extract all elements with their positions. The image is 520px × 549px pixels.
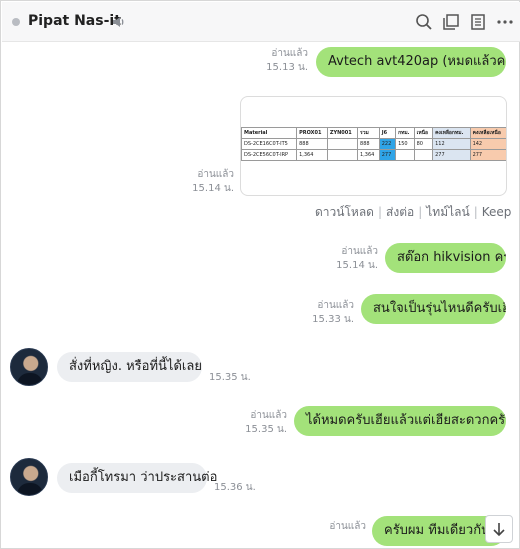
outgoing-message[interactable]: ได้หมดครับเฮียแล้วแต่เฮียสะดวกครับผม [294, 406, 506, 436]
sheet-cell [395, 149, 415, 161]
sheet-cell: 142 [469, 138, 506, 150]
image-message[interactable]: Material PROX01 ZYN001 รวม J6 กทม. เหนือ… [240, 96, 507, 196]
chat-window: Pipat Nas-it อ่านแล้ว 15.13 น. Avtech av… [0, 0, 520, 549]
keep-link[interactable]: Keep [482, 205, 512, 219]
sheet-cell: 222 [378, 138, 397, 150]
sheet-cell: 1,364 [296, 149, 328, 161]
sheet-cell: 277 [469, 149, 506, 161]
image-actions: ดาวน์โหลด | ส่งต่อ | ไทม์ไลน์ | Keep [315, 205, 512, 219]
sheet-row: DS-2CE56C0T-IRP 1,364 1,364 277 277 277 [241, 149, 506, 161]
back-dot-icon[interactable] [12, 18, 20, 26]
sheet-cell [413, 149, 434, 161]
message-meta: อ่านแล้ว [329, 521, 366, 532]
timeline-link[interactable]: ไทม์ไลน์ [426, 205, 469, 219]
incoming-message[interactable]: เมือกี้โทรมา ว่าประสานต่อ [57, 463, 217, 493]
scroll-to-bottom-button[interactable] [485, 515, 513, 543]
sheet-cell: DS-2CE56C0T-IRP [241, 149, 298, 161]
sheet-cell: 80 [413, 138, 434, 150]
outgoing-message[interactable]: สนใจเป็นรุ่นไหนดีครับเฮีย [361, 294, 506, 324]
sheet-header-row: Material PROX01 ZYN001 รวม J6 กทม. เหนือ… [241, 127, 506, 139]
sheet-cell: 888 [296, 138, 328, 150]
sheet-header: J6 [378, 127, 397, 139]
message-meta: อ่านแล้ว 15.35 น. [245, 410, 287, 435]
sheet-header: รวม [357, 127, 380, 139]
sheet-cell: DS-2CE16C0T-IT5 [241, 138, 298, 150]
avatar[interactable] [10, 458, 48, 496]
message-list[interactable]: อ่านแล้ว 15.13 น. Avtech avt420ap (หมดแล… [2, 43, 520, 549]
forward-link[interactable]: ส่งต่อ [386, 205, 414, 219]
sheet-cell: 112 [432, 138, 471, 150]
contact-name: Pipat Nas-it [28, 13, 121, 29]
sheet-header: คงเหลือเหนือ [469, 127, 506, 139]
more-icon[interactable] [496, 13, 514, 31]
message-meta: อ่านแล้ว 15.13 น. [266, 48, 308, 73]
sheet-cell: 888 [357, 138, 380, 150]
sheet-cell [326, 138, 359, 150]
sheet-header: Material [241, 127, 298, 139]
notes-icon[interactable] [469, 13, 487, 31]
message-meta: อ่านแล้ว 15.33 น. [312, 300, 354, 325]
sheet-row: DS-2CE16C0T-IT5 888 888 222 150 80 112 1… [241, 138, 506, 150]
message-time: 15.36 น. [214, 482, 256, 493]
message-meta: อ่านแล้ว 15.14 น. [192, 169, 234, 194]
sheet-cell: 277 [378, 149, 397, 161]
copy-icon[interactable] [442, 13, 460, 31]
outgoing-message[interactable]: สต๊อก hikvision ครับ [385, 243, 506, 273]
stock-spreadsheet-image: Material PROX01 ZYN001 รวม J6 กทม. เหนือ… [241, 127, 506, 161]
incoming-message[interactable]: สั่งที่หญิง. หรือที่นี้ได้เลย [57, 352, 202, 382]
download-link[interactable]: ดาวน์โหลด [315, 205, 374, 219]
sheet-cell: 277 [432, 149, 471, 161]
sheet-header: PROX01 [296, 127, 328, 139]
sheet-header: ZYN001 [326, 127, 359, 139]
sheet-cell: 150 [395, 138, 415, 150]
message-meta: อ่านแล้ว 15.14 น. [336, 246, 378, 271]
sheet-header: กทม. [395, 127, 415, 139]
search-icon[interactable] [415, 13, 433, 31]
arrow-down-icon [493, 523, 505, 537]
message-time: 15.35 น. [209, 372, 251, 383]
outgoing-message[interactable]: Avtech avt420ap (หมดแล้วครับ) [316, 47, 506, 77]
speaker-icon[interactable] [111, 14, 127, 30]
sheet-header: เหนือ [413, 127, 434, 139]
sheet-header: คงเหลือกทม. [432, 127, 471, 139]
chat-header: Pipat Nas-it [2, 2, 520, 42]
sheet-cell: 1,364 [357, 149, 380, 161]
avatar[interactable] [10, 348, 48, 386]
sheet-cell [326, 149, 359, 161]
